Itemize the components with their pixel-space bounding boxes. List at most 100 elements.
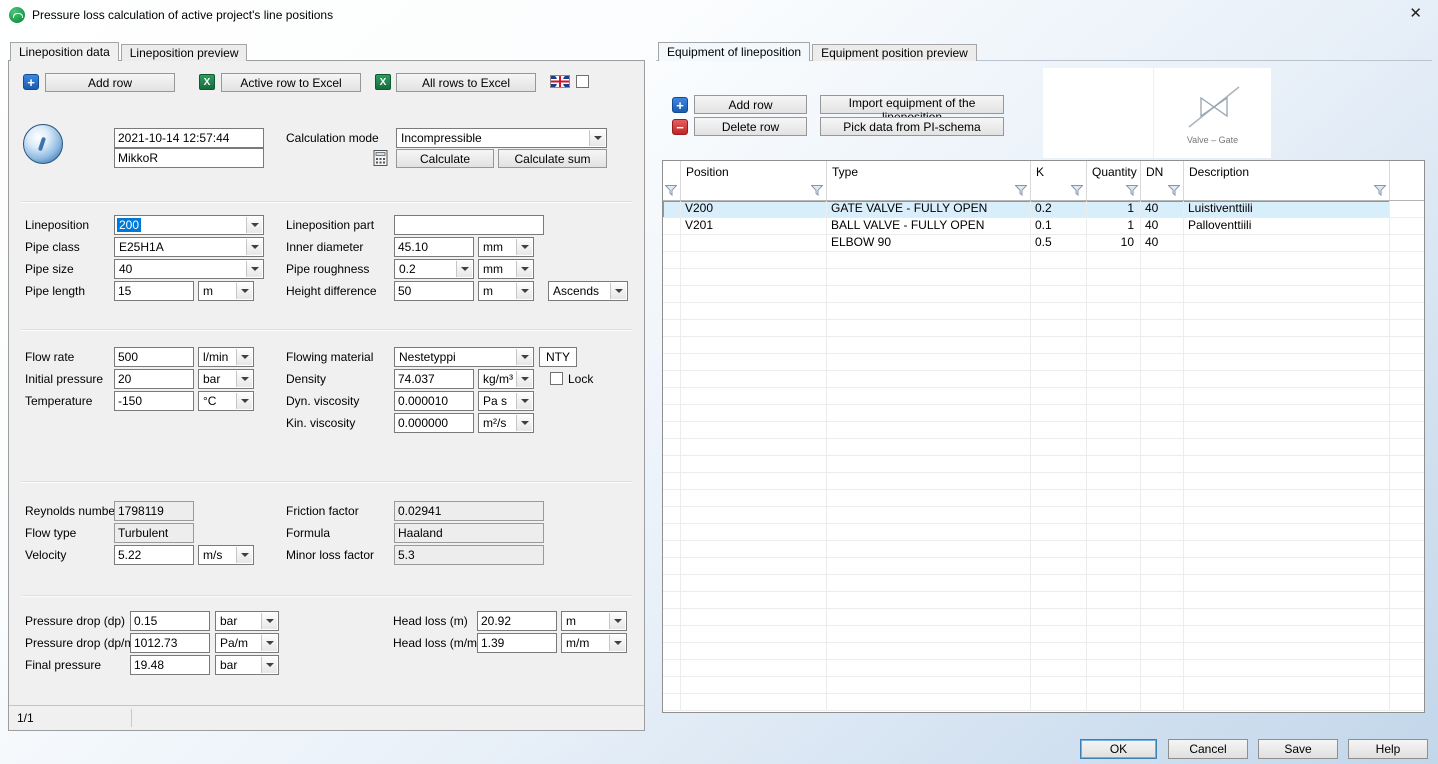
filter-icon[interactable]: [1015, 185, 1028, 197]
initial-pressure-unit-select[interactable]: bar: [198, 369, 254, 389]
table-row[interactable]: [663, 694, 1390, 711]
table-row[interactable]: [663, 337, 1390, 354]
height-difference-unit-select[interactable]: m: [478, 281, 534, 301]
dyn-viscosity-unit-select[interactable]: Pa s: [478, 391, 534, 411]
calculate-sum-button[interactable]: Calculate sum: [498, 149, 607, 168]
final-pressure-unit-select[interactable]: bar: [215, 655, 279, 675]
filter-icon[interactable]: [811, 185, 824, 197]
kin-viscosity-field[interactable]: [394, 413, 474, 433]
pipe-length-unit-select[interactable]: m: [198, 281, 254, 301]
density-lock-checkbox[interactable]: [550, 372, 563, 385]
density-unit-select[interactable]: kg/m³: [478, 369, 534, 389]
lineposition-part-field[interactable]: [394, 215, 544, 235]
table-row[interactable]: [663, 439, 1390, 456]
calculator-icon[interactable]: [373, 150, 389, 166]
active-row-to-excel-button[interactable]: Active row to Excel: [221, 73, 361, 92]
column-header-position[interactable]: Position: [681, 161, 827, 200]
save-button[interactable]: Save: [1258, 739, 1338, 759]
table-row[interactable]: [663, 541, 1390, 558]
final-pressure-field[interactable]: [130, 655, 210, 675]
table-row[interactable]: [663, 354, 1390, 371]
temperature-field[interactable]: [114, 391, 194, 411]
column-header-description[interactable]: Description: [1184, 161, 1390, 200]
head-loss-unit-select[interactable]: m: [561, 611, 627, 631]
table-row[interactable]: [663, 643, 1390, 660]
remove-icon[interactable]: −: [672, 119, 688, 135]
table-row[interactable]: [663, 303, 1390, 320]
kin-viscosity-unit-select[interactable]: m²/s: [478, 413, 534, 433]
filter-icon[interactable]: [665, 185, 678, 197]
ok-button[interactable]: OK: [1080, 739, 1157, 759]
uk-flag-icon[interactable]: [550, 75, 570, 88]
table-row[interactable]: [663, 422, 1390, 439]
dyn-viscosity-field[interactable]: [394, 391, 474, 411]
equipment-add-row-button[interactable]: Add row: [694, 95, 807, 114]
help-button[interactable]: Help: [1348, 739, 1428, 759]
table-row[interactable]: [663, 524, 1390, 541]
pipe-length-field[interactable]: [114, 281, 194, 301]
table-row[interactable]: [663, 456, 1390, 473]
column-header-type[interactable]: Type: [827, 161, 1031, 200]
column-header-dn[interactable]: DN: [1141, 161, 1184, 200]
head-loss-field[interactable]: [477, 611, 557, 631]
filter-icon[interactable]: [1168, 185, 1181, 197]
lineposition-select[interactable]: 200: [114, 215, 264, 235]
table-row[interactable]: [663, 405, 1390, 422]
column-header-quantity[interactable]: Quantity: [1087, 161, 1141, 200]
table-row[interactable]: [663, 371, 1390, 388]
table-row[interactable]: V200GATE VALVE - FULLY OPEN0.2140Luistiv…: [663, 201, 1390, 218]
height-direction-select[interactable]: Ascends: [548, 281, 628, 301]
add-row-button[interactable]: Add row: [45, 73, 175, 92]
flowing-material-select[interactable]: Nestetyppi: [394, 347, 534, 367]
close-icon[interactable]: ✕: [1409, 6, 1422, 22]
flow-rate-field[interactable]: [114, 347, 194, 367]
density-field[interactable]: [394, 369, 474, 389]
table-row[interactable]: [663, 609, 1390, 626]
table-row[interactable]: [663, 677, 1390, 694]
pressure-drop-field[interactable]: [130, 611, 210, 631]
flow-rate-unit-select[interactable]: l/min: [198, 347, 254, 367]
table-row[interactable]: [663, 660, 1390, 677]
tab-lineposition-data[interactable]: Lineposition data: [10, 42, 119, 61]
velocity-field[interactable]: [114, 545, 194, 565]
initial-pressure-field[interactable]: [114, 369, 194, 389]
table-row[interactable]: [663, 286, 1390, 303]
user-field[interactable]: [114, 148, 264, 168]
tab-equipment-of-lineposition[interactable]: Equipment of lineposition: [658, 42, 810, 61]
tab-lineposition-preview[interactable]: Lineposition preview: [121, 44, 248, 61]
table-row[interactable]: [663, 575, 1390, 592]
filter-icon[interactable]: [1071, 185, 1084, 197]
table-row[interactable]: [663, 252, 1390, 269]
table-row[interactable]: [663, 473, 1390, 490]
inner-diameter-unit-select[interactable]: mm: [478, 237, 534, 257]
table-row[interactable]: [663, 269, 1390, 286]
import-equipment-button[interactable]: Import equipment of the lineposition: [820, 95, 1004, 114]
table-row[interactable]: [663, 592, 1390, 609]
height-difference-field[interactable]: [394, 281, 474, 301]
table-row[interactable]: [663, 320, 1390, 337]
table-row[interactable]: V201BALL VALVE - FULLY OPEN0.1140Pallove…: [663, 218, 1390, 235]
table-row[interactable]: [663, 388, 1390, 405]
add-icon[interactable]: +: [672, 97, 688, 113]
table-row[interactable]: [663, 490, 1390, 507]
filter-icon[interactable]: [1374, 185, 1387, 197]
table-row[interactable]: [663, 558, 1390, 575]
equipment-delete-row-button[interactable]: Delete row: [694, 117, 807, 136]
head-loss-per-m-field[interactable]: [477, 633, 557, 653]
pipe-roughness-unit-select[interactable]: mm: [478, 259, 534, 279]
pipe-roughness-select[interactable]: 0.2: [394, 259, 474, 279]
calculate-button[interactable]: Calculate: [396, 149, 494, 168]
column-header-k[interactable]: K: [1031, 161, 1087, 200]
pipe-size-select[interactable]: 40: [114, 259, 264, 279]
pipe-class-select[interactable]: E25H1A: [114, 237, 264, 257]
pressure-drop-unit-select[interactable]: bar: [215, 611, 279, 631]
table-row[interactable]: [663, 507, 1390, 524]
tab-equipment-position-preview[interactable]: Equipment position preview: [812, 44, 977, 61]
calculation-mode-select[interactable]: Incompressible: [396, 128, 607, 148]
table-row[interactable]: [663, 626, 1390, 643]
inner-diameter-field[interactable]: [394, 237, 474, 257]
temperature-unit-select[interactable]: °C: [198, 391, 254, 411]
velocity-unit-select[interactable]: m/s: [198, 545, 254, 565]
pressure-drop-per-m-field[interactable]: [130, 633, 210, 653]
filter-icon[interactable]: [1125, 185, 1138, 197]
